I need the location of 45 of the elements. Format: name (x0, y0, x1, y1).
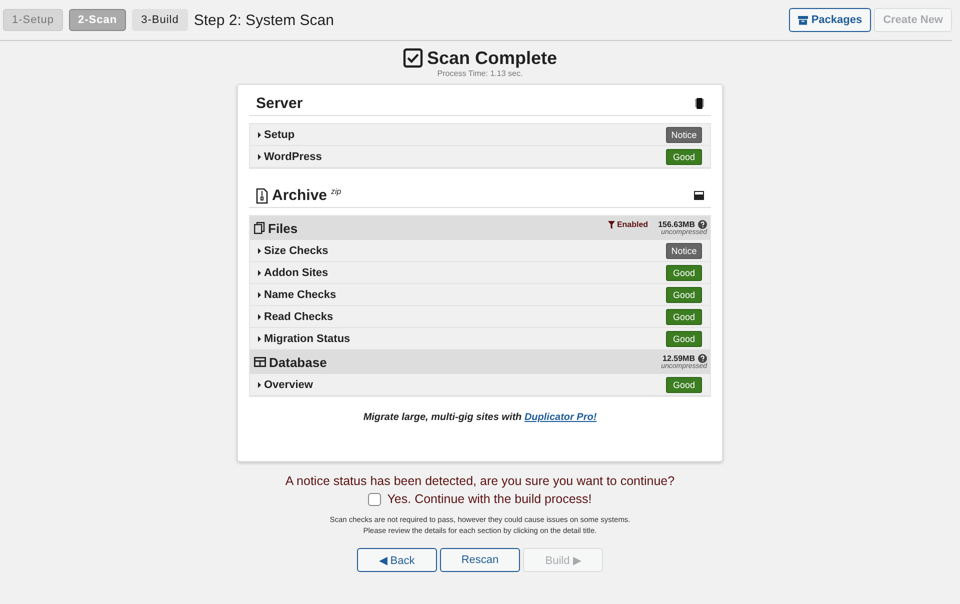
drive-icon (694, 191, 704, 200)
check-row-title[interactable]: WordPress (258, 150, 322, 162)
filter-icon (608, 220, 615, 228)
check-row-title[interactable]: Read Checks (258, 310, 334, 322)
notice-message: A notice status has been detected, are you sure you want to continue? (285, 474, 675, 488)
group-title: Database (269, 354, 327, 370)
check-row-title[interactable]: Migration Status (258, 332, 350, 344)
check-row-title[interactable]: Name Checks (258, 288, 336, 300)
section-title: Server (256, 95, 303, 112)
status-badge: Good (666, 330, 702, 346)
size-value: 156.63MB (658, 220, 695, 229)
header-button[interactable]: Packages (789, 8, 872, 32)
step-tab[interactable]: 3-Build (132, 9, 188, 31)
status-badge: Notice (666, 126, 702, 142)
filter-status: Enabled (608, 220, 648, 229)
copy-icon (254, 222, 265, 234)
chip-icon (695, 98, 704, 109)
zip-file-icon (256, 188, 268, 204)
check-row-title[interactable]: Setup (258, 128, 295, 140)
size-value: 12.59MB (662, 354, 695, 363)
status-badge: Good (666, 308, 702, 324)
check-row-title[interactable]: Size Checks (258, 244, 328, 256)
status-badge: Notice (666, 242, 702, 258)
help-icon[interactable] (698, 220, 707, 229)
status-badge: Good (666, 376, 702, 392)
section-title: Archive (272, 187, 328, 204)
nav-button[interactable]: ◀ Back (357, 548, 437, 572)
scan-title: Scan Complete (426, 48, 558, 68)
nav-button[interactable]: Rescan (440, 548, 520, 572)
promo-link[interactable]: Duplicator Pro! (524, 412, 597, 423)
check-row-title[interactable]: Overview (258, 378, 313, 390)
status-badge: Good (666, 264, 702, 280)
table-icon (254, 357, 266, 367)
help-icon[interactable] (698, 354, 707, 363)
status-badge: Good (666, 286, 702, 302)
archive-box-icon (798, 16, 808, 24)
archive-format: zip (331, 187, 342, 196)
promo-text: Migrate large, multi-gig sites with (363, 412, 522, 423)
confirm-checkbox[interactable] (368, 492, 382, 506)
status-badge: Good (666, 148, 702, 164)
process-time: Process Time: 1.13 sec. (437, 69, 523, 78)
page-title: Step 2: System Scan (194, 12, 334, 28)
confirm-label[interactable]: Yes. Continue with the build process! (387, 492, 592, 506)
check-row-title[interactable]: Addon Sites (258, 266, 328, 278)
group-title: Files (268, 220, 298, 236)
